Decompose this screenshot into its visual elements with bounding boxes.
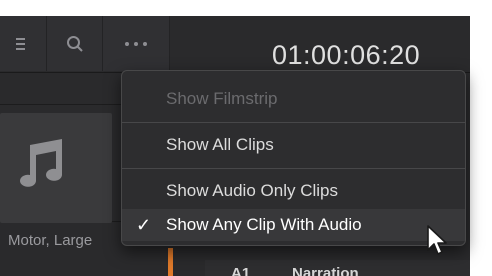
track-id: A1 — [231, 265, 251, 276]
track-name: Narration — [292, 265, 359, 276]
menu-item-show-audio-only-clips[interactable]: Show Audio Only Clips — [122, 175, 465, 207]
menu-item-label: Show Audio Only Clips — [166, 181, 338, 200]
list-icon — [16, 37, 25, 50]
clip-name-label: Motor, Large — [8, 232, 93, 249]
list-view-button[interactable] — [0, 16, 47, 71]
menu-item-show-all-clips[interactable]: Show All Clips — [122, 129, 465, 161]
menu-item-label: Show Any Clip With Audio — [166, 215, 362, 234]
options-menu: Show Filmstrip Show All Clips Show Audio… — [121, 70, 466, 246]
menu-separator — [122, 122, 465, 123]
menu-separator — [122, 168, 465, 169]
menu-item-show-filmstrip[interactable]: Show Filmstrip — [122, 83, 465, 115]
timecode-display: 01:00:06:20 — [272, 40, 421, 70]
more-options-button[interactable] — [103, 16, 170, 71]
search-icon — [66, 35, 83, 52]
music-note-icon — [20, 139, 62, 187]
arrow-cursor-icon — [427, 225, 447, 255]
more-options-icon — [125, 41, 147, 46]
menu-item-show-any-clip-with-audio[interactable]: ✓ Show Any Clip With Audio — [122, 209, 465, 241]
checkmark-icon: ✓ — [136, 215, 152, 235]
menu-item-label: Show All Clips — [166, 135, 274, 154]
search-button[interactable] — [47, 16, 103, 71]
clip-thumbnail[interactable] — [0, 113, 112, 223]
playhead-marker[interactable] — [168, 248, 173, 276]
menu-item-label: Show Filmstrip — [166, 89, 278, 108]
